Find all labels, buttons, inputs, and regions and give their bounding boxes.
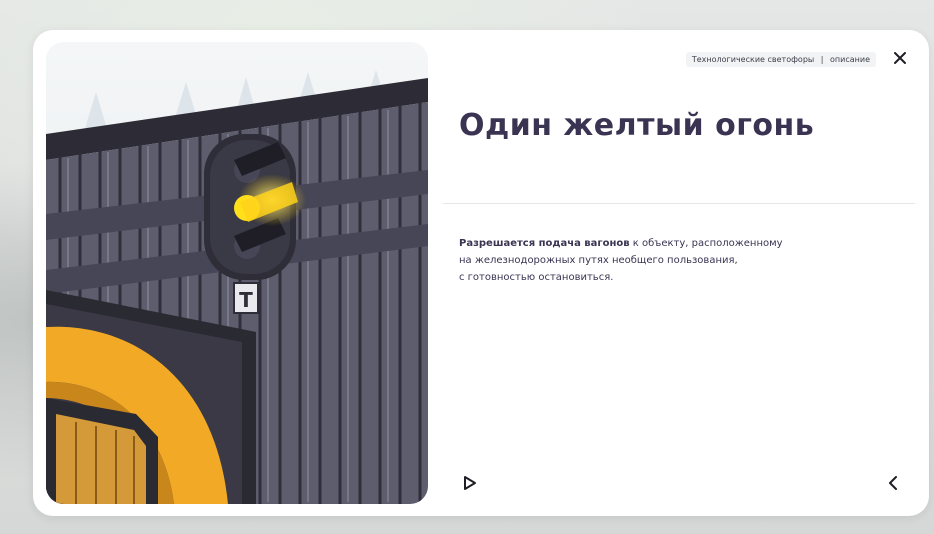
close-icon bbox=[894, 52, 906, 64]
play-icon bbox=[464, 476, 476, 490]
description-line-1: Разрешается подача вагонов к объекту, ра… bbox=[459, 235, 829, 252]
back-button[interactable] bbox=[885, 474, 903, 492]
description-bold: Разрешается подача вагонов bbox=[459, 238, 630, 249]
breadcrumb-separator: | bbox=[820, 55, 824, 64]
description: Разрешается подача вагонов к объекту, ра… bbox=[459, 235, 829, 286]
description-rest: к объекту, расположенному bbox=[629, 238, 783, 249]
divider bbox=[443, 203, 915, 204]
page-title: Один желтый огонь bbox=[459, 108, 815, 143]
breadcrumb-page: описание bbox=[830, 55, 870, 64]
arrow-left-icon bbox=[889, 476, 897, 490]
breadcrumb-section[interactable]: Технологические светофоры bbox=[692, 55, 814, 64]
signal-plate-letter: Т bbox=[239, 288, 253, 312]
description-line-3: с готовностью остановиться. bbox=[459, 272, 614, 283]
info-modal: Т Технологические светофоры | описание О… bbox=[33, 30, 929, 516]
breadcrumb: Технологические светофоры | описание bbox=[685, 52, 876, 67]
signal-illustration: Т bbox=[46, 42, 428, 504]
close-button[interactable] bbox=[889, 47, 911, 69]
description-line-2: на железнодорожных путях необщего пользо… bbox=[459, 255, 738, 266]
play-button[interactable] bbox=[462, 475, 478, 491]
